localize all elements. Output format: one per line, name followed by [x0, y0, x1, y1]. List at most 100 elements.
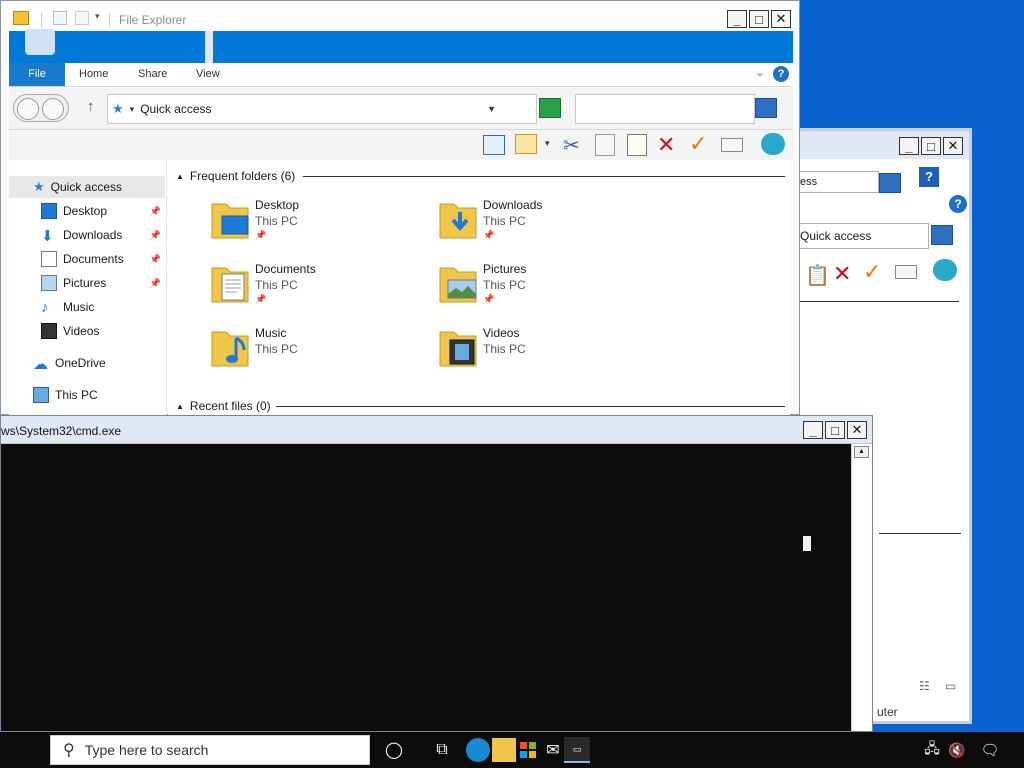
- properties-icon[interactable]: [53, 11, 67, 25]
- pin-icon[interactable]: 📌: [150, 206, 161, 217]
- back-address-bar[interactable]: Quick access: [799, 223, 929, 249]
- band-splitter: [205, 31, 213, 63]
- cmd-minimize-button[interactable]: _: [803, 421, 823, 439]
- volume-muted-icon[interactable]: 🔇: [945, 738, 969, 762]
- recycle-bin-icon: [25, 29, 55, 55]
- pin-icon[interactable]: 📌: [150, 278, 161, 289]
- back-address-field[interactable]: ess: [799, 171, 879, 193]
- cmd-titlebar[interactable]: ws\System32\cmd.exe _ □ ✕: [1, 416, 872, 444]
- folder-tile-downloads[interactable]: Downloads This PC 📌: [438, 198, 658, 252]
- address-dropdown-icon[interactable]: ▼: [487, 104, 496, 114]
- clipboard-icon[interactable]: 📋: [805, 263, 830, 288]
- cmd-maximize-button[interactable]: □: [825, 421, 845, 439]
- rename-icon[interactable]: [895, 265, 917, 279]
- folder-location: This PC: [255, 278, 298, 292]
- frequent-folders-header[interactable]: ▲ Frequent folders (6): [176, 169, 295, 183]
- close-button[interactable]: ✕: [771, 10, 791, 28]
- back-maximize-button[interactable]: □: [921, 137, 941, 155]
- layout-dropdown-icon[interactable]: ▾: [545, 138, 550, 149]
- nav-item-quick-access[interactable]: ★ Quick access: [9, 176, 165, 198]
- qat-dropdown-icon[interactable]: ▾: [95, 11, 100, 22]
- nav-item-videos[interactable]: Videos: [9, 320, 165, 342]
- cmd-scrollbar[interactable]: ▲: [851, 444, 872, 731]
- up-arrow-icon[interactable]: ↑: [87, 98, 95, 115]
- edge-icon[interactable]: [466, 738, 490, 762]
- explorer-titlebar[interactable]: ▾ File Explorer _ □ ✕: [1, 1, 799, 31]
- network-icon[interactable]: 🖧: [920, 738, 944, 762]
- nav-item-desktop[interactable]: Desktop 📌: [9, 200, 165, 222]
- minimize-button[interactable]: _: [727, 10, 747, 28]
- preview-pane-icon[interactable]: [483, 135, 505, 155]
- help-icon[interactable]: ?: [773, 66, 789, 82]
- store-icon[interactable]: [516, 738, 540, 762]
- cmd-console[interactable]: [1, 444, 851, 731]
- delete-icon[interactable]: ✕: [833, 261, 851, 287]
- check-icon[interactable]: ✓: [689, 131, 707, 157]
- pin-icon[interactable]: 📌: [150, 230, 161, 241]
- cmd-taskbar-icon[interactable]: ▭: [564, 737, 590, 763]
- back-close-button[interactable]: ✕: [943, 137, 963, 155]
- forward-button[interactable]: [42, 98, 64, 120]
- new-folder-icon[interactable]: [75, 11, 89, 25]
- paste-icon[interactable]: [627, 134, 647, 156]
- folder-tile-videos[interactable]: Videos This PC: [438, 326, 658, 380]
- back-search-icon-2[interactable]: [931, 225, 953, 245]
- back-minimize-button[interactable]: _: [899, 137, 919, 155]
- file-explorer-icon[interactable]: [492, 738, 516, 762]
- shell-icon[interactable]: [933, 259, 957, 281]
- refresh-icon[interactable]: [539, 98, 561, 118]
- back-search-icon[interactable]: [879, 173, 901, 193]
- taskbar-search-box[interactable]: ⚲ Type here to search: [50, 735, 370, 765]
- back-button[interactable]: [17, 98, 39, 120]
- details-view-icon[interactable]: ☷: [919, 679, 930, 693]
- nav-item-documents[interactable]: Documents 📌: [9, 248, 165, 270]
- mail-icon[interactable]: ✉: [541, 738, 565, 762]
- expand-ribbon-icon[interactable]: ⌄: [755, 65, 765, 79]
- tab-file[interactable]: File: [9, 63, 65, 86]
- cmd-close-button[interactable]: ✕: [847, 421, 867, 439]
- cortana-icon[interactable]: ◯: [382, 738, 406, 762]
- address-chevron-icon[interactable]: ▾: [130, 104, 135, 115]
- scroll-up-arrow-icon[interactable]: ▲: [854, 446, 869, 458]
- back-divider: [799, 301, 959, 302]
- copy-icon[interactable]: [595, 134, 615, 156]
- nav-item-downloads[interactable]: ⬇ Downloads 📌: [9, 224, 165, 246]
- folder-tile-documents[interactable]: Documents This PC 📌: [210, 262, 430, 316]
- cmd-window[interactable]: ws\System32\cmd.exe _ □ ✕ ▲: [0, 415, 873, 732]
- maximize-button[interactable]: □: [749, 10, 769, 28]
- recent-files-header[interactable]: ▲ Recent files (0): [176, 399, 271, 413]
- task-view-icon[interactable]: ⧉: [430, 738, 454, 762]
- cut-icon[interactable]: ✂: [563, 133, 580, 158]
- pin-icon[interactable]: 📌: [150, 254, 161, 265]
- delete-icon[interactable]: ✕: [657, 132, 675, 158]
- address-bar[interactable]: ★ ▾ Quick access ▼: [107, 94, 537, 124]
- nav-item-pictures[interactable]: Pictures 📌: [9, 272, 165, 294]
- collapse-icon[interactable]: ▲: [176, 402, 184, 411]
- file-explorer-window[interactable]: ▾ File Explorer _ □ ✕ File Home Share Vi…: [0, 0, 800, 415]
- check-icon[interactable]: ✓: [863, 259, 881, 285]
- rename-icon[interactable]: [721, 138, 743, 152]
- folder-tile-pictures[interactable]: Pictures This PC 📌: [438, 262, 658, 316]
- large-icons-view-icon[interactable]: ▭: [945, 679, 956, 693]
- tab-home[interactable]: Home: [79, 63, 108, 86]
- notifications-icon[interactable]: 🗨: [978, 738, 1002, 762]
- tab-view[interactable]: View: [196, 63, 220, 86]
- desktop-folder-icon: [211, 203, 249, 239]
- nav-label: OneDrive: [55, 356, 106, 370]
- layout-icon[interactable]: [515, 134, 537, 154]
- shell-icon[interactable]: [761, 133, 785, 155]
- tab-share[interactable]: Share: [138, 63, 167, 86]
- folder-tile-music[interactable]: Music This PC: [210, 326, 430, 380]
- search-input[interactable]: [575, 94, 755, 124]
- back-forward-icon[interactable]: [13, 94, 69, 122]
- back-help-icon[interactable]: ?: [949, 195, 967, 213]
- collapse-icon[interactable]: ▲: [176, 172, 184, 181]
- nav-item-this-pc[interactable]: This PC: [9, 384, 165, 406]
- nav-item-onedrive[interactable]: ☁ OneDrive: [9, 352, 165, 374]
- nav-item-music[interactable]: ♪ Music: [9, 296, 165, 318]
- start-icon[interactable]: [14, 740, 34, 760]
- back-window-titlebar[interactable]: _ □ ✕: [799, 131, 969, 159]
- help-icon[interactable]: ?: [919, 167, 939, 187]
- folder-tile-desktop[interactable]: Desktop This PC 📌: [210, 198, 430, 252]
- search-icon[interactable]: [755, 98, 777, 118]
